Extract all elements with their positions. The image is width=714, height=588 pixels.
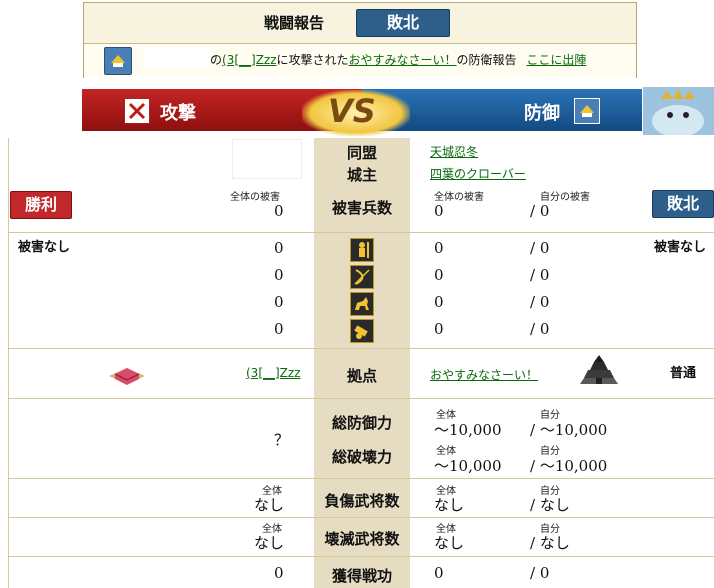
- attacker-unit-loss: 0: [274, 239, 284, 257]
- attacker-total-loss-caption: 全体の被害: [230, 192, 280, 203]
- defense-icon: [574, 98, 600, 124]
- attacker-base-icon: [105, 360, 149, 388]
- attacker-unit-loss: 0: [274, 266, 284, 284]
- defender-self-loss: / 0: [530, 202, 550, 220]
- defender-base-type: 普通: [670, 366, 697, 381]
- spearman-icon: [350, 238, 374, 262]
- divider: [8, 398, 714, 399]
- defender-self-loss-caption: 自分の被害: [540, 192, 590, 203]
- attacker-damage-note: 被害なし: [18, 240, 71, 255]
- notice-middle: に攻撃された: [276, 53, 349, 67]
- defense-self-value: / ～10,000: [530, 421, 608, 439]
- attack-icon: [124, 98, 150, 124]
- total-defense-label: 総防御力: [331, 414, 392, 432]
- report-header: 戦闘報告 敗北 の(3[__]Zzzに攻撃されたおやすみなさーい！の防衛報告 こ…: [83, 2, 637, 78]
- lord-label: 城主: [346, 166, 377, 184]
- table-left-border: [8, 138, 9, 588]
- attacker-gained: 0: [274, 564, 284, 582]
- losses-label: 被害兵数: [331, 199, 392, 217]
- defender-gained-total: 0: [434, 564, 444, 582]
- divider: [8, 478, 714, 479]
- total-destroy-label: 総破壊力: [331, 448, 392, 466]
- attacker-power: ？: [274, 431, 290, 449]
- castle-icon: [574, 350, 624, 390]
- attacker-info-mask: [232, 139, 302, 179]
- attacker-destroyed: なし: [254, 534, 285, 552]
- report-title: 戦闘報告: [264, 14, 325, 32]
- notice-text: の(3[__]Zzzに攻撃されたおやすみなさーい！の防衛報告 ここに出陣: [210, 51, 586, 68]
- injured-label: 負傷武将数: [324, 492, 400, 510]
- defender-unit-self: / 0: [530, 266, 550, 284]
- defender-link[interactable]: おやすみなさーい！: [349, 53, 457, 67]
- defense-label: 防御: [524, 103, 560, 124]
- vs-label: VS: [328, 92, 376, 130]
- attacker-base-link[interactable]: (3[__]Zzz: [246, 366, 301, 380]
- divider: [8, 232, 714, 233]
- attacker-unit-loss: 0: [274, 293, 284, 311]
- attacker-unit-loss: 0: [274, 320, 284, 338]
- destroyed-label: 壊滅武将数: [324, 530, 400, 548]
- attacker-injured: なし: [254, 496, 285, 514]
- destroy-self-value: / ～10,000: [530, 457, 608, 475]
- divider: [8, 517, 714, 518]
- notice-suffix: の防衛報告: [456, 53, 517, 67]
- defender-lose-badge: 敗北: [652, 190, 714, 218]
- gained-label: 獲得戦功: [331, 567, 392, 585]
- destroy-total-value: ～10,000: [434, 457, 502, 475]
- result-badge: 敗北: [356, 9, 450, 37]
- defender-unit-total: 0: [434, 320, 444, 338]
- defender-unit-self: / 0: [530, 320, 550, 338]
- attacker-total-loss: 0: [274, 202, 284, 220]
- alliance-label: 同盟: [346, 144, 377, 162]
- defender-total-loss-caption: 全体の被害: [434, 192, 484, 203]
- siege-icon: [350, 319, 374, 343]
- defense-report-icon: [104, 47, 132, 75]
- attack-label: 攻撃: [160, 103, 196, 124]
- attacker-win-badge: 勝利: [10, 191, 72, 219]
- divider: [8, 556, 714, 557]
- notice-prefix: の: [210, 53, 223, 67]
- cavalry-icon: [350, 292, 374, 316]
- archer-icon: [350, 265, 374, 289]
- sortie-link[interactable]: ここに出陣: [526, 53, 586, 67]
- defender-unit-total: 0: [434, 266, 444, 284]
- attacker-link[interactable]: (3[__]Zzz: [222, 53, 277, 67]
- divider: [8, 348, 714, 349]
- defender-avatar: [643, 87, 714, 135]
- defender-destroyed-self: / なし: [530, 534, 570, 552]
- base-label: 拠点: [346, 367, 377, 385]
- defender-base-link[interactable]: おやすみなさーい！: [430, 366, 538, 383]
- notice-name-mask: [144, 49, 210, 67]
- defender-unit-self: / 0: [530, 293, 550, 311]
- defender-unit-total: 0: [434, 293, 444, 311]
- defender-total-loss: 0: [434, 202, 444, 220]
- defender-destroyed-total: なし: [434, 534, 465, 552]
- defender-lord-link[interactable]: 四葉のクローバー: [430, 165, 526, 182]
- defender-injured-total: なし: [434, 496, 465, 514]
- defender-gained-self: / 0: [530, 564, 550, 582]
- defender-injured-self: / なし: [530, 496, 570, 514]
- defender-damage-note: 被害なし: [654, 240, 707, 255]
- attacker-avatar-mask: [0, 84, 82, 138]
- defender-alliance-link[interactable]: 天城忍冬: [430, 143, 478, 160]
- defender-unit-self: / 0: [530, 239, 550, 257]
- defender-unit-total: 0: [434, 239, 444, 257]
- defense-total-value: ～10,000: [434, 421, 502, 439]
